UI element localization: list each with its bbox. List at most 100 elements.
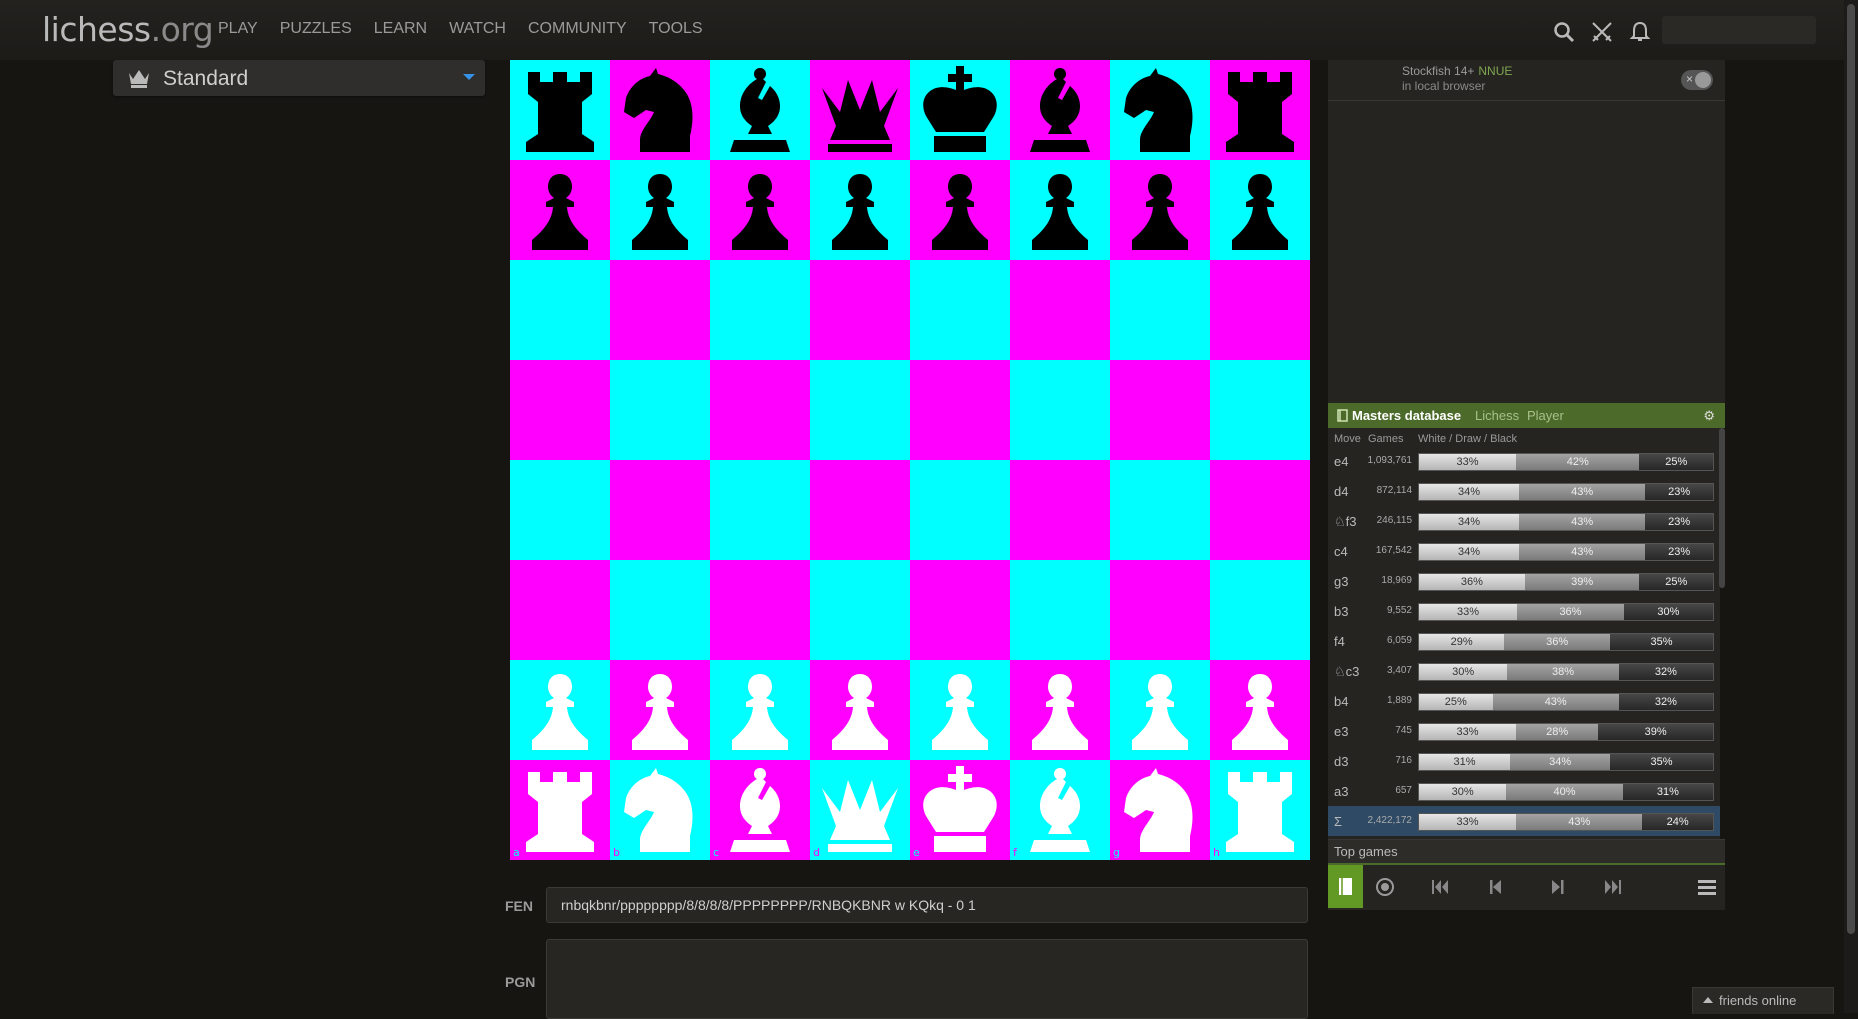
explorer-move-row[interactable]: e4 1,093,761 33% 42% 25% xyxy=(1328,446,1720,476)
explorer-toggle-button[interactable] xyxy=(1328,865,1363,908)
black-pawn-icon[interactable] xyxy=(1010,160,1110,260)
white-queen-icon[interactable] xyxy=(810,760,910,860)
square-h5[interactable] xyxy=(1210,360,1310,460)
white-pawn-icon[interactable] xyxy=(910,660,1010,760)
black-pawn-icon[interactable] xyxy=(1210,160,1310,260)
square-a4[interactable] xyxy=(510,460,610,560)
square-g5[interactable] xyxy=(1110,360,1210,460)
black-rook-icon[interactable] xyxy=(1210,60,1310,160)
black-queen-icon[interactable] xyxy=(810,60,910,160)
square-c4[interactable] xyxy=(710,460,810,560)
square-c5[interactable] xyxy=(710,360,810,460)
square-b4[interactable] xyxy=(610,460,710,560)
black-rook-icon[interactable] xyxy=(510,60,610,160)
last-icon[interactable] xyxy=(1598,872,1628,902)
nav-puzzles[interactable]: PUZZLES xyxy=(280,20,352,38)
square-g3[interactable] xyxy=(1110,560,1210,660)
white-pawn-icon[interactable] xyxy=(510,660,610,760)
explorer-scrollbar[interactable] xyxy=(1719,428,1725,588)
square-h6[interactable] xyxy=(1210,260,1310,360)
black-pawn-icon[interactable] xyxy=(810,160,910,260)
square-f5[interactable] xyxy=(1010,360,1110,460)
white-pawn-icon[interactable] xyxy=(810,660,910,760)
explorer-move-row[interactable]: b4 1,889 25% 43% 32% xyxy=(1328,686,1720,716)
black-knight-icon[interactable] xyxy=(1110,60,1210,160)
bell-icon[interactable] xyxy=(1628,20,1652,44)
tab-player[interactable]: Player xyxy=(1527,408,1564,423)
friends-online-button[interactable]: friends online xyxy=(1692,987,1834,1014)
variant-selector[interactable]: Standard xyxy=(113,60,485,96)
square-a5[interactable] xyxy=(510,360,610,460)
black-pawn-icon[interactable] xyxy=(1110,160,1210,260)
white-king-icon[interactable] xyxy=(910,760,1010,860)
nav-learn[interactable]: LEARN xyxy=(374,20,427,38)
gear-icon[interactable]: ⚙ xyxy=(1703,408,1715,424)
white-rook-icon[interactable] xyxy=(510,760,610,860)
explorer-move-row[interactable]: a3 657 30% 40% 31% xyxy=(1328,776,1720,806)
white-pawn-icon[interactable] xyxy=(710,660,810,760)
square-a6[interactable] xyxy=(510,260,610,360)
next-icon[interactable] xyxy=(1543,872,1573,902)
black-king-icon[interactable] xyxy=(910,60,1010,160)
square-c3[interactable] xyxy=(710,560,810,660)
square-d5[interactable] xyxy=(810,360,910,460)
nav-tools[interactable]: TOOLS xyxy=(649,20,703,38)
swords-icon[interactable] xyxy=(1590,20,1614,44)
page-scrollbar-thumb[interactable] xyxy=(1847,4,1855,934)
prev-icon[interactable] xyxy=(1480,872,1510,902)
first-icon[interactable] xyxy=(1425,872,1455,902)
white-knight-icon[interactable] xyxy=(1110,760,1210,860)
target-icon[interactable] xyxy=(1370,872,1400,902)
square-e3[interactable] xyxy=(910,560,1010,660)
black-pawn-icon[interactable] xyxy=(910,160,1010,260)
black-knight-icon[interactable] xyxy=(610,60,710,160)
chess-board[interactable]: 8 7 6 5 4 3 2 1 a b c d e f g h xyxy=(510,60,1310,860)
square-d6[interactable] xyxy=(810,260,910,360)
explorer-move-row[interactable]: d3 716 31% 34% 35% xyxy=(1328,746,1720,776)
user-menu[interactable] xyxy=(1662,16,1816,44)
square-b5[interactable] xyxy=(610,360,710,460)
tab-masters[interactable]: Masters database xyxy=(1352,408,1461,423)
white-pawn-icon[interactable] xyxy=(1010,660,1110,760)
black-bishop-icon[interactable] xyxy=(710,60,810,160)
explorer-move-row[interactable]: d4 872,114 34% 43% 23% xyxy=(1328,476,1720,506)
black-bishop-icon[interactable] xyxy=(1010,60,1110,160)
explorer-move-row[interactable]: ♘f3 246,115 34% 43% 23% xyxy=(1328,506,1720,536)
white-rook-icon[interactable] xyxy=(1210,760,1310,860)
explorer-move-row[interactable]: c4 167,542 34% 43% 23% xyxy=(1328,536,1720,566)
square-g4[interactable] xyxy=(1110,460,1210,560)
white-pawn-icon[interactable] xyxy=(1110,660,1210,760)
black-pawn-icon[interactable] xyxy=(510,160,610,260)
fen-input[interactable] xyxy=(546,887,1308,923)
explorer-move-row[interactable]: b3 9,552 33% 36% 30% xyxy=(1328,596,1720,626)
explorer-move-row[interactable]: e3 745 33% 28% 39% xyxy=(1328,716,1720,746)
square-g6[interactable] xyxy=(1110,260,1210,360)
square-e4[interactable] xyxy=(910,460,1010,560)
tab-lichess[interactable]: Lichess xyxy=(1475,408,1519,423)
nav-play[interactable]: PLAY xyxy=(218,20,258,38)
square-f4[interactable] xyxy=(1010,460,1110,560)
square-d3[interactable] xyxy=(810,560,910,660)
square-c6[interactable] xyxy=(710,260,810,360)
white-bishop-icon[interactable] xyxy=(1010,760,1110,860)
square-h4[interactable] xyxy=(1210,460,1310,560)
square-h3[interactable] xyxy=(1210,560,1310,660)
square-d4[interactable] xyxy=(810,460,910,560)
site-logo[interactable]: lichess.org xyxy=(42,10,214,49)
black-pawn-icon[interactable] xyxy=(610,160,710,260)
explorer-move-row[interactable]: g3 18,969 36% 39% 25% xyxy=(1328,566,1720,596)
square-b6[interactable] xyxy=(610,260,710,360)
square-f6[interactable] xyxy=(1010,260,1110,360)
square-a3[interactable] xyxy=(510,560,610,660)
top-games[interactable]: Top games xyxy=(1328,839,1725,864)
square-b3[interactable] xyxy=(610,560,710,660)
white-pawn-icon[interactable] xyxy=(610,660,710,760)
search-icon[interactable] xyxy=(1552,20,1576,44)
explorer-move-row[interactable]: ♘c3 3,407 30% 38% 32% xyxy=(1328,656,1720,686)
white-knight-icon[interactable] xyxy=(610,760,710,860)
nav-watch[interactable]: WATCH xyxy=(449,20,506,38)
white-pawn-icon[interactable] xyxy=(1210,660,1310,760)
white-bishop-icon[interactable] xyxy=(710,760,810,860)
explorer-move-row[interactable]: f4 6,059 29% 36% 35% xyxy=(1328,626,1720,656)
engine-toggle[interactable]: × xyxy=(1681,70,1713,90)
